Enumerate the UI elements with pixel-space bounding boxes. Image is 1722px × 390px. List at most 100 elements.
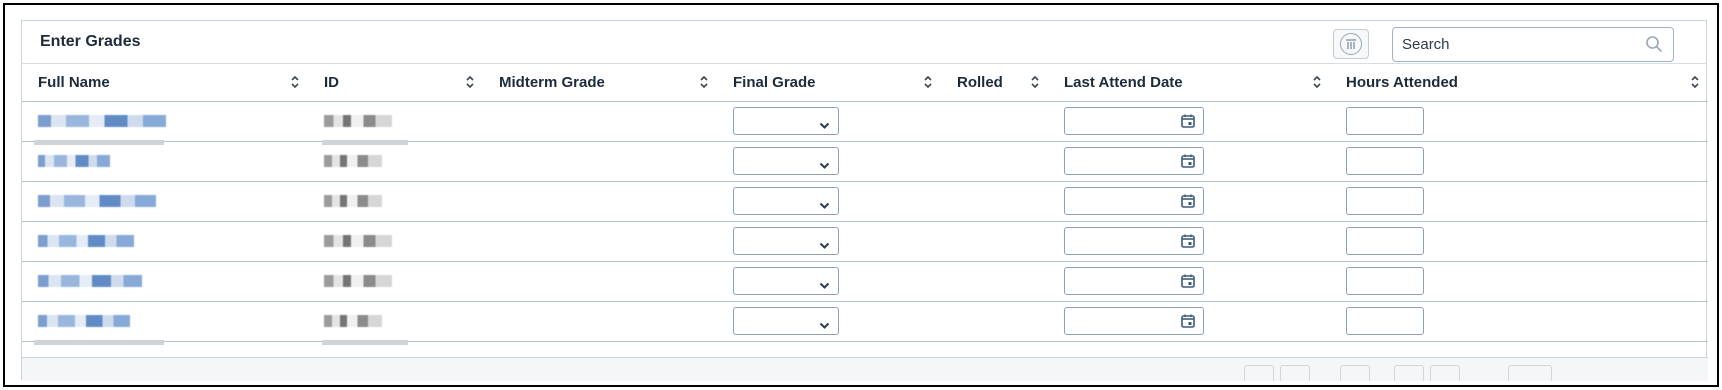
search-box	[1392, 27, 1674, 62]
cell-hours-attended	[1330, 221, 1708, 262]
cell-final-grade	[717, 101, 941, 142]
sort-icon[interactable]	[923, 75, 933, 93]
sort-icon[interactable]	[465, 75, 475, 93]
last-attend-date-input[interactable]	[1064, 307, 1204, 335]
redacted-id	[324, 195, 382, 207]
cell-last-attend-date	[1048, 261, 1330, 302]
calendar-icon[interactable]	[1181, 274, 1195, 293]
column-header-hours-attended[interactable]: Hours Attended	[1330, 65, 1708, 102]
final-grade-select[interactable]	[733, 267, 839, 295]
previous-page-button[interactable]	[1280, 365, 1310, 381]
search-icon[interactable]	[1645, 35, 1663, 58]
cell-full-name	[22, 221, 308, 262]
cell-rolled	[941, 101, 1048, 142]
last-attend-date-input[interactable]	[1064, 107, 1204, 135]
chevron-down-icon	[819, 237, 830, 255]
redacted-full-name[interactable]	[38, 155, 110, 167]
redacted-id	[324, 275, 392, 287]
cell-rolled	[941, 181, 1048, 222]
sort-icon[interactable]	[1312, 75, 1322, 93]
column-label: Full Name	[38, 74, 110, 92]
cell-last-attend-date	[1048, 101, 1330, 142]
redacted-id	[324, 315, 382, 327]
cell-last-attend-date	[1048, 181, 1330, 222]
hours-attended-input[interactable]	[1346, 147, 1424, 175]
hours-attended-input[interactable]	[1346, 107, 1424, 135]
screenshot-frame: Enter Grades Search Full Name ID Midterm…	[3, 3, 1719, 387]
cell-rolled	[941, 301, 1048, 342]
cell-midterm-grade	[483, 221, 717, 262]
chevron-down-icon	[819, 317, 830, 335]
last-attend-date-input[interactable]	[1064, 267, 1204, 295]
sort-icon[interactable]	[1030, 75, 1040, 93]
column-header-full-name[interactable]: Full Name	[22, 65, 308, 102]
sort-icon[interactable]	[1690, 75, 1700, 93]
redaction-bar	[322, 339, 408, 345]
page-size-select[interactable]	[1508, 365, 1552, 381]
final-grade-select[interactable]	[733, 227, 839, 255]
calendar-icon[interactable]	[1181, 154, 1195, 173]
next-page-button[interactable]	[1394, 365, 1424, 381]
table-header-row: Full Name ID Midterm Grade Final Grade R…	[22, 65, 1708, 102]
first-page-button[interactable]	[1244, 365, 1274, 381]
redacted-id	[324, 235, 392, 247]
hours-attended-input[interactable]	[1346, 267, 1424, 295]
column-label: ID	[324, 74, 339, 92]
redacted-full-name[interactable]	[38, 235, 134, 247]
enter-grades-panel: Enter Grades Search Full Name ID Midterm…	[21, 20, 1708, 381]
final-grade-select[interactable]	[733, 107, 839, 135]
last-attend-date-input[interactable]	[1064, 187, 1204, 215]
column-header-last-attend-date[interactable]: Last Attend Date	[1048, 65, 1330, 102]
redacted-full-name[interactable]	[38, 195, 156, 207]
table-row	[22, 141, 1708, 182]
cell-midterm-grade	[483, 261, 717, 302]
cell-last-attend-date	[1048, 141, 1330, 182]
last-page-button[interactable]	[1430, 365, 1460, 381]
cell-last-attend-date	[1048, 221, 1330, 262]
column-header-rolled[interactable]: Rolled	[941, 65, 1048, 102]
calendar-icon[interactable]	[1181, 314, 1195, 333]
calendar-icon[interactable]	[1181, 114, 1195, 133]
calendar-icon[interactable]	[1181, 234, 1195, 253]
sort-icon[interactable]	[699, 75, 709, 93]
page-number-field[interactable]	[1340, 365, 1370, 381]
column-label: Final Grade	[733, 74, 816, 92]
chevron-down-icon	[819, 117, 830, 135]
cell-midterm-grade	[483, 141, 717, 182]
cell-midterm-grade	[483, 181, 717, 222]
search-input[interactable]	[1394, 29, 1634, 60]
redaction-bar	[34, 339, 164, 345]
table-row	[22, 181, 1708, 222]
redacted-full-name[interactable]	[38, 115, 166, 127]
redacted-id	[324, 155, 382, 167]
last-attend-date-input[interactable]	[1064, 147, 1204, 175]
column-label: Hours Attended	[1346, 74, 1458, 92]
last-attend-date-input[interactable]	[1064, 227, 1204, 255]
column-header-midterm-grade[interactable]: Midterm Grade	[483, 65, 717, 102]
calendar-icon[interactable]	[1181, 194, 1195, 213]
redacted-full-name[interactable]	[38, 275, 142, 287]
cell-rolled	[941, 261, 1048, 302]
final-grade-select[interactable]	[733, 147, 839, 175]
column-select-button[interactable]	[1333, 29, 1369, 59]
chevron-down-icon	[819, 157, 830, 175]
cell-midterm-grade	[483, 301, 717, 342]
hours-attended-input[interactable]	[1346, 187, 1424, 215]
column-header-id[interactable]: ID	[308, 65, 483, 102]
cell-final-grade	[717, 181, 941, 222]
column-header-final-grade[interactable]: Final Grade	[717, 65, 941, 102]
final-grade-select[interactable]	[733, 307, 839, 335]
cell-hours-attended	[1330, 301, 1708, 342]
cell-rolled	[941, 141, 1048, 182]
hours-attended-input[interactable]	[1346, 227, 1424, 255]
cell-final-grade	[717, 221, 941, 262]
redacted-full-name[interactable]	[38, 315, 130, 327]
sort-icon[interactable]	[290, 75, 300, 93]
table-row	[22, 221, 1708, 262]
cell-final-grade	[717, 301, 941, 342]
cell-id	[308, 261, 483, 302]
final-grade-select[interactable]	[733, 187, 839, 215]
cell-id	[308, 141, 483, 182]
redacted-id	[324, 115, 392, 127]
hours-attended-input[interactable]	[1346, 307, 1424, 335]
